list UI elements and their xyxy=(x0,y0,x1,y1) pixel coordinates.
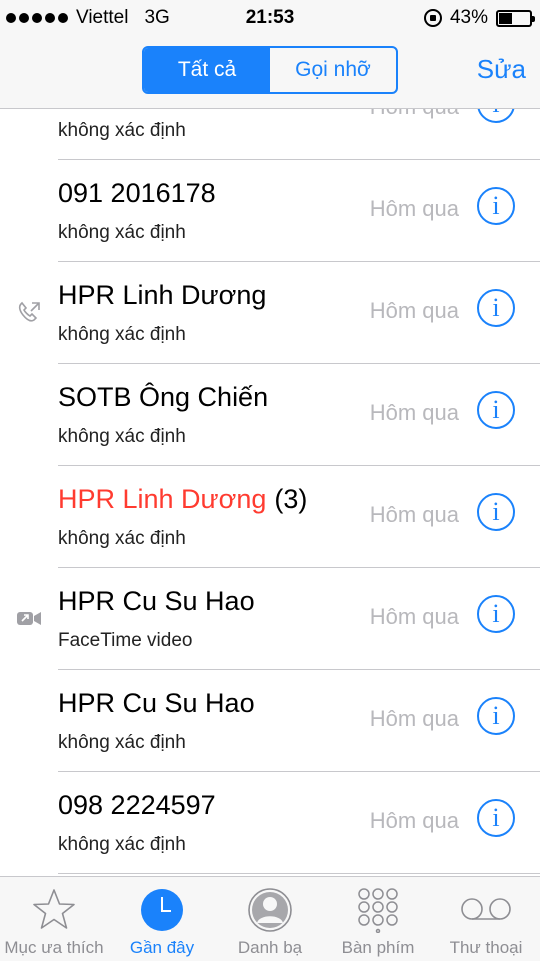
edit-button[interactable]: Sửa xyxy=(477,54,526,85)
navigation-bar: Tất cả Gọi nhỡ Sửa xyxy=(0,36,540,109)
call-name: HPR Cu Su Hao xyxy=(58,688,255,718)
info-icon[interactable]: i xyxy=(477,109,515,123)
tab-favorites[interactable]: Mục ưa thích xyxy=(0,877,108,961)
call-date: Hôm qua xyxy=(370,109,459,120)
info-icon[interactable]: i xyxy=(477,187,515,225)
call-row[interactable]: HPR Cu Su Hao không xác định Hôm qua i xyxy=(0,670,540,772)
tab-voicemail[interactable]: Thư thoại xyxy=(432,877,540,961)
call-name-missed: HPR Linh Dương (3) xyxy=(58,484,307,515)
call-name: HPR Cu Su Hao xyxy=(58,586,255,616)
call-date: Hôm qua xyxy=(369,298,459,323)
call-date: Hôm qua xyxy=(369,502,459,527)
segment-missed[interactable]: Gọi nhỡ xyxy=(270,48,396,92)
segment-all[interactable]: Tất cả xyxy=(144,48,270,92)
tab-label: Thư thoại xyxy=(449,938,523,957)
info-icon[interactable]: i xyxy=(477,493,515,531)
tab-bar: Mục ưa thích Gần đây Danh bạ Bàn phím Th… xyxy=(0,876,540,961)
call-row[interactable]: HPR Linh Dương (3) không xác định Hôm qua… xyxy=(0,466,540,568)
call-name: SOTB Ông Chiến xyxy=(58,382,269,412)
voicemail-icon xyxy=(461,898,511,920)
call-name: 098 2224597 xyxy=(58,790,216,820)
status-bar: Viettel 3G 21:53 43% xyxy=(0,0,540,36)
tab-keypad[interactable]: Bàn phím xyxy=(324,877,432,961)
info-icon[interactable]: i xyxy=(477,697,515,735)
info-icon[interactable]: i xyxy=(477,595,515,633)
tab-label: Bàn phím xyxy=(341,938,415,957)
call-detail: không xác định xyxy=(58,426,186,447)
call-row[interactable]: HPR Cu Su Hao FaceTime video Hôm qua i xyxy=(0,568,540,670)
filter-segmented-control: Tất cả Gọi nhỡ xyxy=(142,46,398,94)
tab-label: Gần đây xyxy=(129,938,195,957)
tab-contacts[interactable]: Danh bạ xyxy=(216,877,324,961)
call-row[interactable]: không xác định Hôm qua i xyxy=(0,109,540,160)
call-detail: không xác định xyxy=(58,732,186,753)
call-detail: không xác định xyxy=(58,222,186,243)
call-count: (3) xyxy=(274,484,308,514)
call-detail: không xác định xyxy=(58,528,186,549)
call-date: Hôm qua xyxy=(369,706,459,731)
battery-icon xyxy=(496,9,535,27)
call-detail: không xác định xyxy=(58,834,186,855)
battery-percent: 43% xyxy=(449,7,488,28)
info-icon[interactable]: i xyxy=(477,799,515,837)
call-detail: FaceTime video xyxy=(58,630,193,651)
contacts-icon xyxy=(248,888,292,932)
clock-icon xyxy=(141,889,183,931)
tab-label: Mục ưa thích xyxy=(4,938,104,957)
call-name: 091 2016178 xyxy=(58,178,216,208)
call-name-text: HPR Linh Dương xyxy=(58,484,267,514)
star-icon xyxy=(33,889,75,929)
call-date: Hôm qua xyxy=(369,196,459,221)
call-date: Hôm qua xyxy=(369,808,459,833)
recent-calls-list: không xác định Hôm qua i 091 2016178 khô… xyxy=(0,109,540,876)
status-right: 43% xyxy=(423,7,535,29)
call-date: Hôm qua xyxy=(369,400,459,425)
tab-label: Danh bạ xyxy=(237,938,303,957)
info-icon[interactable]: i xyxy=(477,289,515,327)
row-divider xyxy=(58,873,540,874)
tab-recents[interactable]: Gần đây xyxy=(108,877,216,961)
call-row[interactable]: 098 2224597 không xác định Hôm qua i xyxy=(0,772,540,874)
call-detail: không xác định xyxy=(58,324,186,345)
outgoing-call-icon xyxy=(18,301,40,322)
call-detail: không xác định xyxy=(58,120,186,141)
info-icon[interactable]: i xyxy=(477,391,515,429)
keypad-icon xyxy=(358,888,398,933)
call-date: Hôm qua xyxy=(369,604,459,629)
call-name: HPR Linh Dương xyxy=(58,280,267,310)
call-row[interactable]: HPR Linh Dương không xác định Hôm qua i xyxy=(0,262,540,364)
orientation-lock-icon xyxy=(423,9,442,27)
call-row[interactable]: SOTB Ông Chiến không xác định Hôm qua i xyxy=(0,364,540,466)
call-row[interactable]: 091 2016178 không xác định Hôm qua i xyxy=(0,160,540,262)
facetime-outgoing-icon xyxy=(17,612,41,625)
